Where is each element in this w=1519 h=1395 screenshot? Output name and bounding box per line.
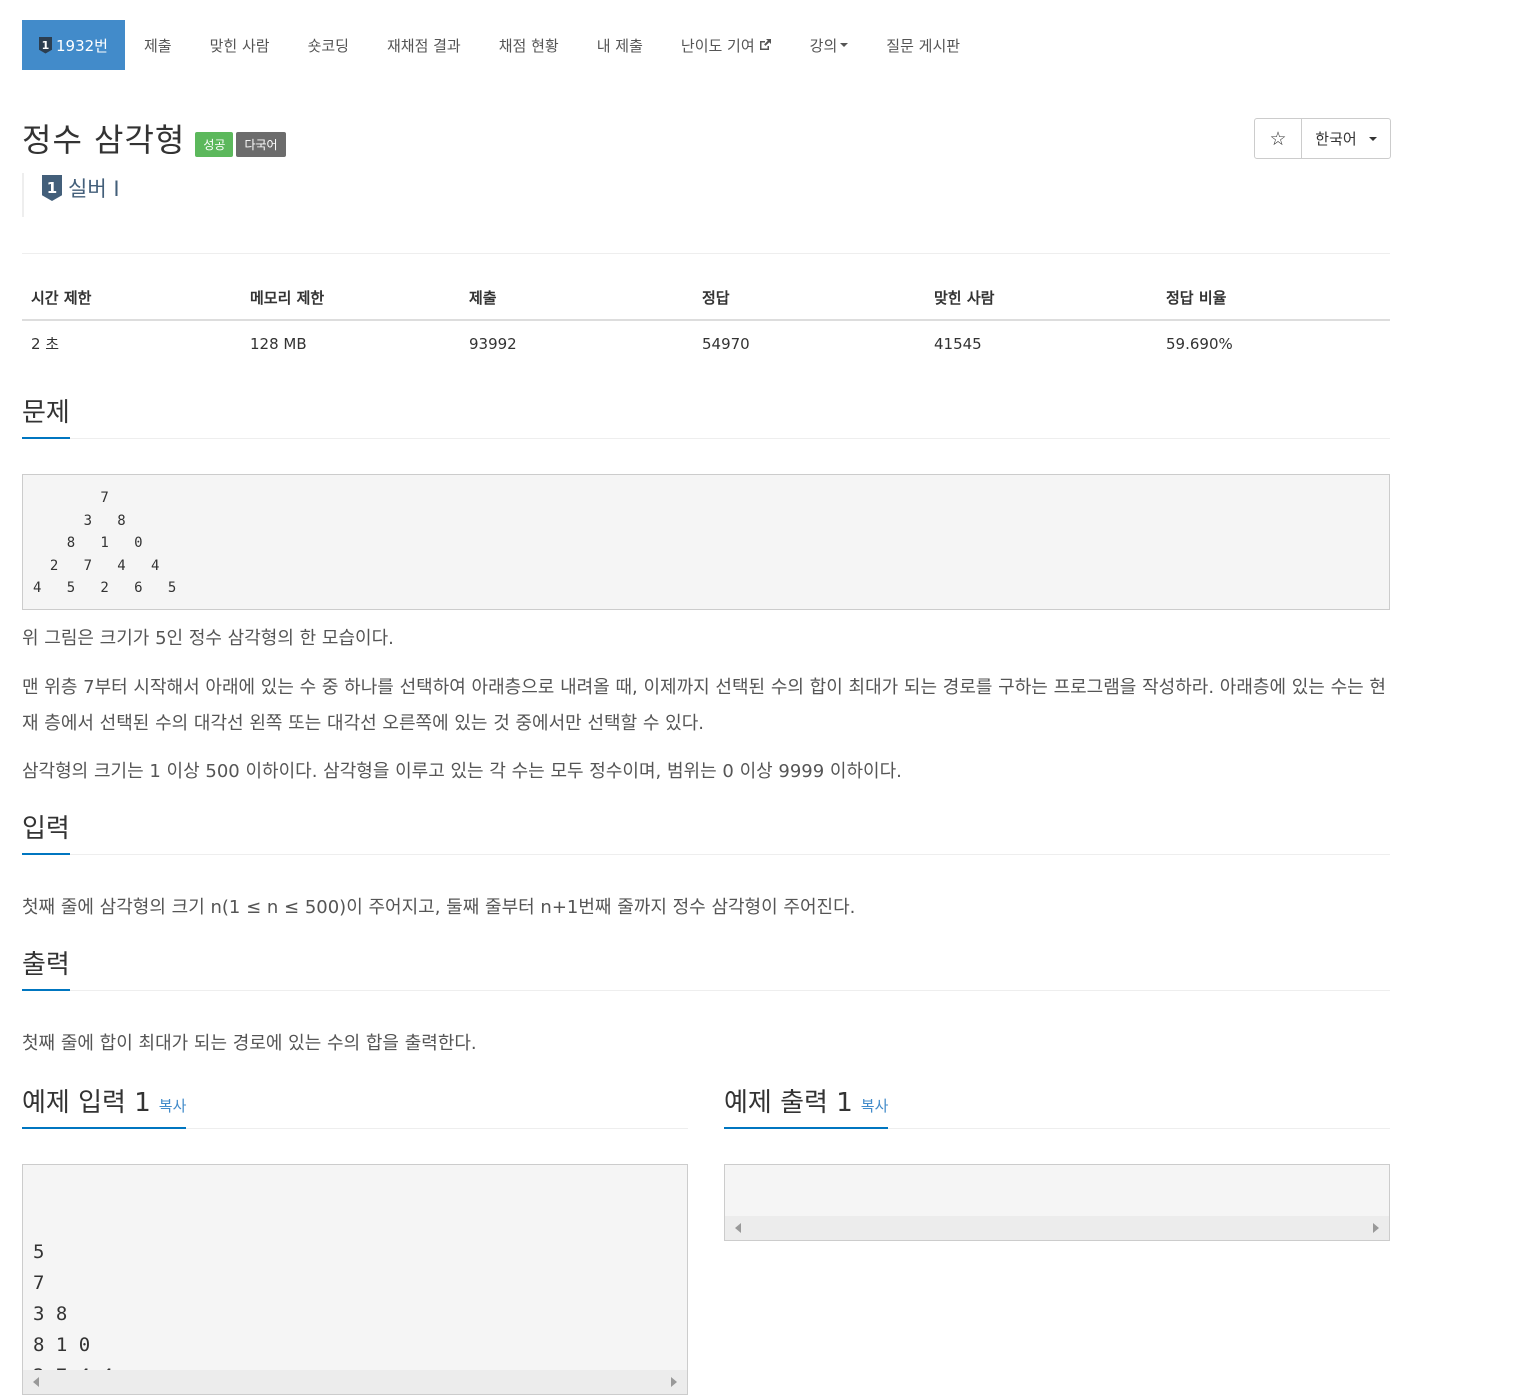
nav-problem-label: 1932번 [56,36,108,55]
star-icon: ☆ [1269,127,1287,150]
nav-difficulty-label: 난이도 기여 [680,36,755,55]
nav-status[interactable]: 채점 현황 [480,20,578,70]
nav-shortcoding[interactable]: 숏코딩 [289,20,368,70]
value-ratio: 59.690% [1166,334,1233,353]
section-title-input: 입력 [22,814,70,856]
external-link-icon [759,39,771,50]
input-description: 첫째 줄에 삼각형의 크기 n(1 ≤ n ≤ 500)이 주어지고, 둘째 줄… [22,897,856,918]
table-header-row: 시간 제한 메모리 제한 제출 정답 맞힌 사람 정답 비율 [22,277,1390,321]
problem-info-table: 시간 제한 메모리 제한 제출 정답 맞힌 사람 정답 비율 2 초 128 M… [22,277,1390,366]
problem-header: 정수 삼각형 성공 다국어 [22,115,286,161]
section-title-sample-input: 예제 입력 1 복사 [22,1088,187,1130]
nav-lectures-dropdown[interactable]: 강의 [791,20,868,70]
table-row: 2 초 128 MB 93992 54970 41545 59.690% [22,320,1390,366]
header-ratio: 정답 비율 [1157,277,1390,321]
tier-icon: 1 [39,36,52,54]
problem-description-3: 삼각형의 크기는 1 이상 500 이하이다. 삼각형을 이루고 있는 각 수는… [22,761,902,782]
divider [22,253,1390,254]
section-title-sample-output: 예제 출력 1 복사 [724,1088,889,1130]
header-submissions: 제출 [460,277,693,321]
scroll-right-icon[interactable] [1373,1223,1379,1233]
section-title-problem: 문제 [22,398,70,440]
problem-description-1: 위 그림은 크기가 5인 정수 삼각형의 한 모습이다. [22,628,394,649]
header-accepted: 정답 [693,277,925,321]
sample-input-box: 5 7 3 8 8 1 0 2 7 4 4 4 5 2 6 5 [22,1164,688,1395]
value-submissions: 93992 [469,334,517,353]
triangle-figure: 7 3 8 8 1 0 2 7 4 4 4 5 2 6 5 [22,474,1390,610]
problem-title: 정수 삼각형 [22,121,186,159]
sample-output-box: 30 [724,1164,1390,1241]
status-badge-success: 성공 [195,131,234,157]
nav-lectures-label: 강의 [809,36,838,55]
status-badge-multilang: 다국어 [236,131,286,157]
tier-name: 실버 I [68,177,120,201]
problem-tools: ☆ 한국어 [1254,118,1391,159]
caret-down-icon [1368,136,1377,141]
nav-submit[interactable]: 제출 [125,20,191,70]
scroll-left-icon[interactable] [735,1223,741,1233]
language-label: 한국어 [1315,130,1357,148]
nav-problem-tab[interactable]: 1 1932번 [22,20,125,70]
value-solvers: 41545 [934,334,982,353]
problem-tier: 1 실버 I [22,173,120,217]
problem-nav: 1 1932번 제출 맞힌 사람 숏코딩 재채점 결과 채점 현황 내 제출 난… [22,20,979,70]
tier-icon: 1 [42,175,62,201]
nav-rejudge[interactable]: 재채점 결과 [368,20,480,70]
caret-down-icon [840,43,849,47]
scroll-right-icon[interactable] [671,1377,677,1387]
language-dropdown[interactable]: 한국어 [1302,119,1390,158]
value-memory-limit: 128 MB [250,334,307,353]
nav-difficulty-contribution[interactable]: 난이도 기여 [662,20,791,70]
section-title-output: 출력 [22,950,70,992]
problem-description-2: 맨 위층 7부터 시작해서 아래에 있는 수 중 하나를 선택하여 아래층으로 … [22,677,1386,734]
value-time-limit: 2 초 [31,335,60,353]
input-section-header: 입력 [22,814,1390,856]
problem-section-header: 문제 [22,398,1390,440]
nav-my-submissions[interactable]: 내 제출 [578,20,662,70]
favorite-star-button[interactable]: ☆ [1255,119,1302,158]
header-memory-limit: 메모리 제한 [241,277,460,321]
sample-output-title: 예제 출력 1 [724,1088,853,1118]
sample-input-title: 예제 입력 1 [22,1088,151,1118]
sample-output-header: 예제 출력 1 복사 [724,1088,1390,1130]
header-time-limit: 시간 제한 [22,277,241,321]
nav-question-board[interactable]: 질문 게시판 [867,20,979,70]
value-accepted: 54970 [702,334,750,353]
copy-sample-output-button[interactable]: 복사 [861,1097,889,1115]
scroll-left-icon[interactable] [33,1377,39,1387]
header-solvers: 맞힌 사람 [925,277,1157,321]
horizontal-scrollbar[interactable] [725,1216,1389,1240]
sample-input-header: 예제 입력 1 복사 [22,1088,688,1130]
output-description: 첫째 줄에 합이 최대가 되는 경로에 있는 수의 합을 출력한다. [22,1033,477,1054]
horizontal-scrollbar[interactable] [23,1370,687,1394]
nav-solvers[interactable]: 맞힌 사람 [191,20,289,70]
output-section-header: 출력 [22,950,1390,992]
copy-sample-input-button[interactable]: 복사 [159,1097,187,1115]
